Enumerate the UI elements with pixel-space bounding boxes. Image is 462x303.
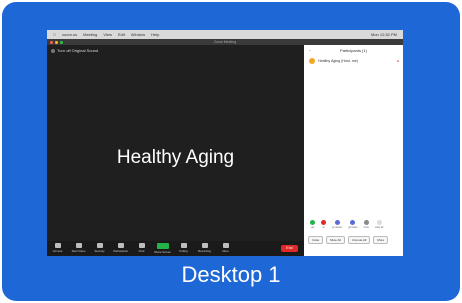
menu-window[interactable]: Window (131, 32, 145, 37)
check-icon (310, 220, 315, 225)
participants-button[interactable]: Participants (110, 241, 131, 253)
menu-edit[interactable]: Edit (118, 32, 125, 37)
participant-label: Healthy Aging (Host, me) (318, 59, 358, 63)
camera-icon (75, 243, 82, 248)
original-sound-toggle[interactable]: Turn off Original Sound (51, 48, 98, 53)
panel-buttons: Invite Mute All Unmute All More (308, 236, 389, 244)
menu-meeting[interactable]: Meeting (83, 32, 97, 37)
slower-icon (334, 220, 340, 225)
screenshot:  zoom.us Meeting View Edit Window Help … (47, 30, 403, 256)
mute-all-button[interactable]: Mute All (326, 236, 345, 244)
share-screen-button[interactable]: Share Screen (152, 241, 173, 254)
nonverbal-feedback: yes no go slower go faster more clear al… (310, 220, 383, 229)
start-video-button[interactable]: Start Video (68, 241, 89, 253)
people-icon (117, 243, 124, 248)
record-icon (201, 243, 208, 248)
security-button[interactable]: Security (89, 241, 110, 253)
unmute-all-button[interactable]: Unmute All (347, 236, 371, 244)
recording-button[interactable]: Recording (194, 241, 215, 253)
share-screen-icon (156, 243, 169, 249)
original-sound-label: Turn off Original Sound (57, 48, 99, 53)
polling-button[interactable]: Polling (173, 241, 194, 253)
more-icon (363, 220, 369, 225)
reaction-go-slower[interactable]: go slower (332, 220, 342, 229)
shield-icon (96, 243, 103, 248)
mac-menubar:  zoom.us Meeting View Edit Window Help … (47, 30, 403, 39)
participant-row[interactable]: Healthy Aging (Host, me) ● (309, 58, 399, 64)
reaction-yes[interactable]: yes (310, 220, 315, 229)
sound-icon (51, 48, 55, 53)
clear-icon (376, 220, 382, 225)
menu-help[interactable]: Help (151, 32, 159, 37)
poll-icon (180, 243, 187, 248)
panel-more-button[interactable]: More (373, 236, 389, 244)
participants-panel: ⌄ Participants (1) Healthy Aging (Host, … (304, 45, 403, 256)
video-area: Turn off Original Sound Healthy Aging (47, 45, 304, 241)
ellipsis-icon (222, 243, 229, 248)
menubar-clock: Mon 12:52 PM (370, 32, 397, 37)
apple-icon[interactable]:  (53, 32, 56, 37)
participants-title: Participants (1) (340, 48, 367, 53)
microphone-icon (54, 243, 61, 248)
menu-view[interactable]: View (103, 32, 112, 37)
menu-app[interactable]: zoom.us (62, 32, 77, 37)
end-meeting-button[interactable]: End (281, 245, 298, 252)
invite-button[interactable]: Invite (308, 236, 324, 244)
faster-icon (350, 220, 356, 225)
chat-button[interactable]: Chat (131, 241, 152, 253)
meeting-toolbar: Unmute Start Video Security Participants… (47, 241, 304, 256)
avatar (309, 58, 315, 64)
more-button[interactable]: More (215, 241, 236, 253)
reaction-go-faster[interactable]: go faster (348, 220, 358, 229)
reaction-more[interactable]: more (364, 220, 369, 229)
desktop-caption: Desktop 1 (181, 262, 281, 287)
reaction-clear-all[interactable]: clear all (375, 220, 383, 229)
x-icon (321, 220, 326, 225)
reaction-no[interactable]: no (321, 220, 326, 229)
muted-mic-icon: ● (396, 59, 399, 63)
unmute-button[interactable]: Unmute (47, 241, 68, 253)
participant-name-display: Healthy Aging (116, 147, 235, 168)
chat-icon (138, 243, 145, 248)
